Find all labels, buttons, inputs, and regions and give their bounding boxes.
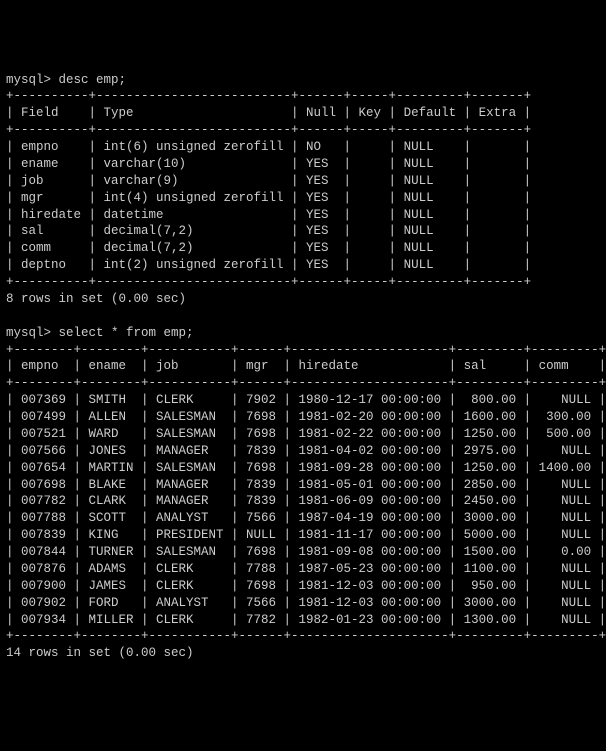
sql-query: select * from emp; [59, 326, 194, 340]
sql-query: desc emp; [59, 73, 127, 87]
result-footer: 14 rows in set (0.00 sec) [6, 646, 194, 660]
mysql-prompt: mysql> [6, 73, 51, 87]
mysql-prompt: mysql> [6, 326, 51, 340]
result-footer: 8 rows in set (0.00 sec) [6, 292, 186, 306]
mysql-terminal-output: mysql> desc emp; +----------+-----------… [6, 72, 600, 663]
